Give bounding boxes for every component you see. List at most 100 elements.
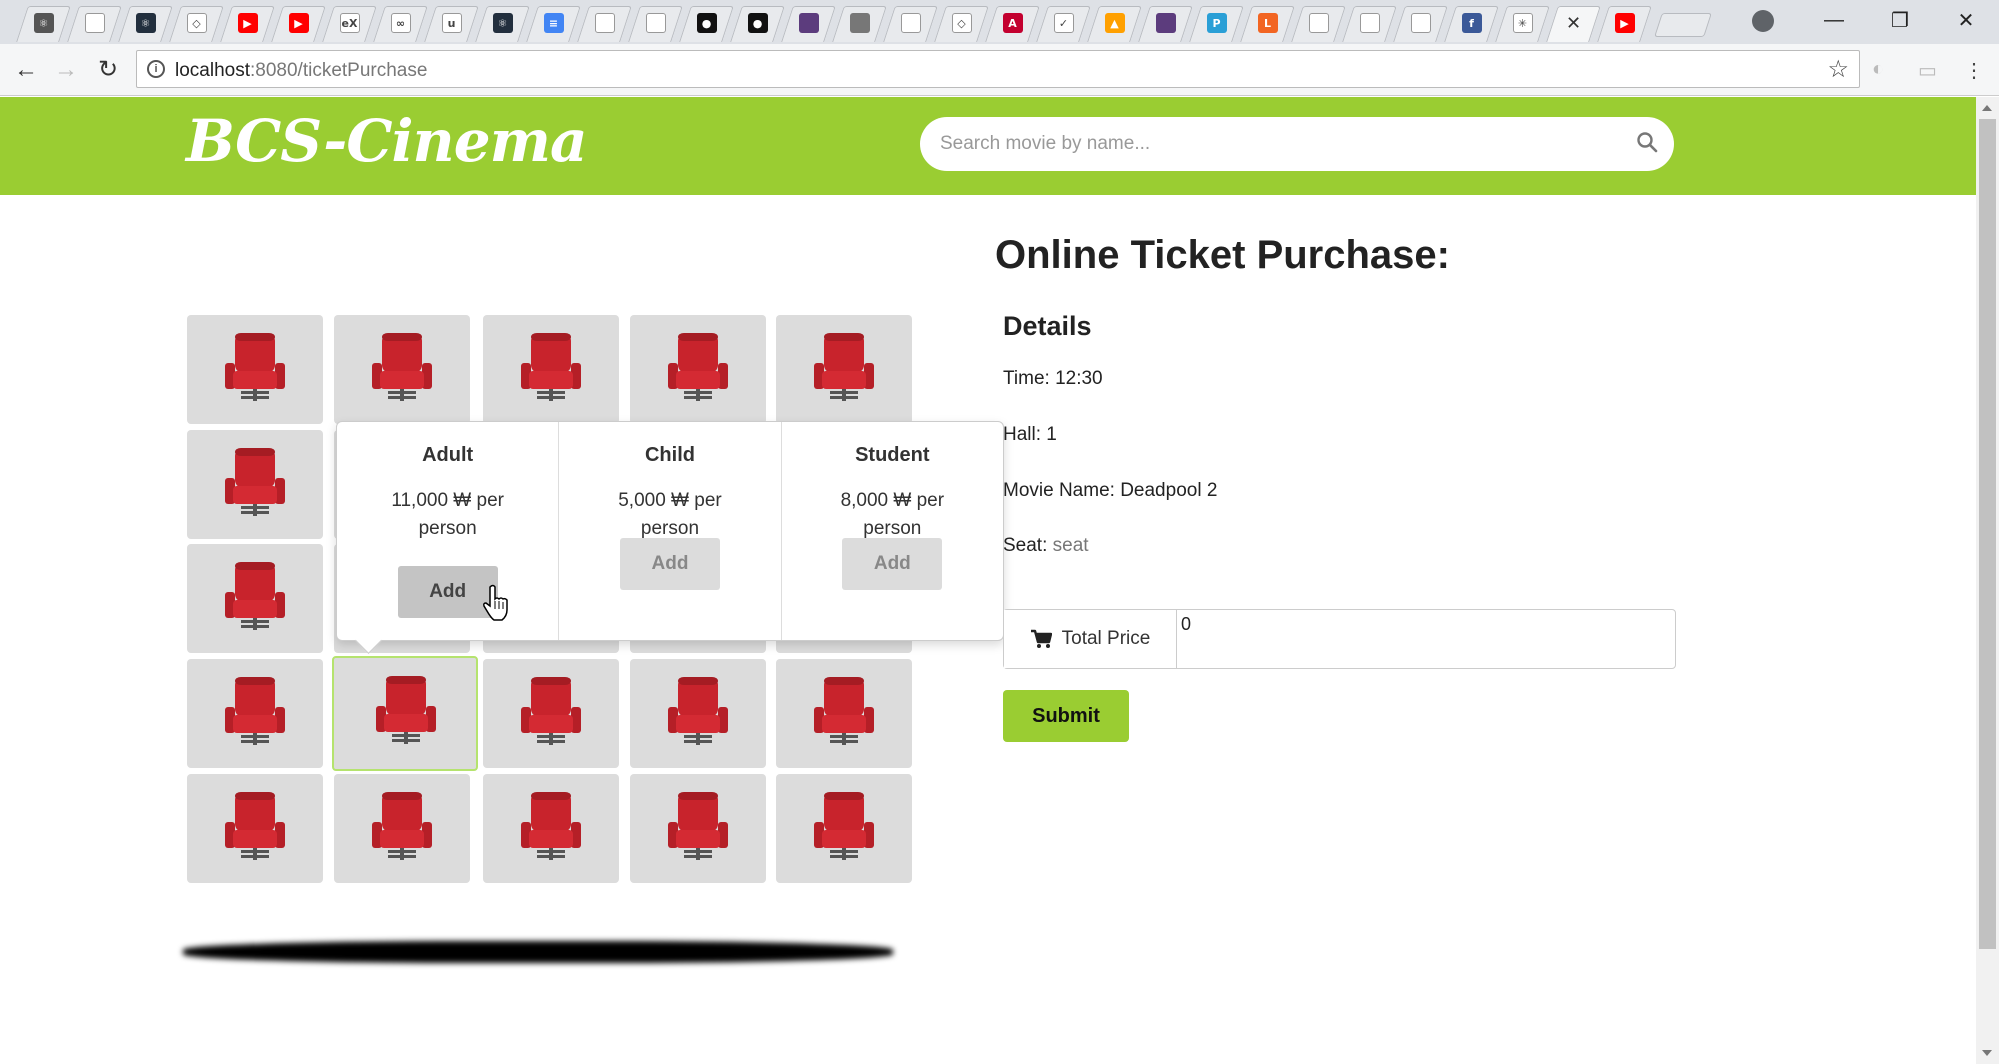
udemy-icon: u	[441, 13, 462, 33]
scroll-up-icon[interactable]	[1982, 105, 1992, 111]
reload-icon[interactable]: ↻	[94, 56, 122, 84]
total-price-group: Total Price 0	[1003, 609, 1676, 669]
site-logo[interactable]: BCS-Cinema	[186, 107, 588, 175]
seat[interactable]	[630, 315, 766, 424]
close-icon[interactable]: ✕	[1566, 13, 1581, 34]
seat[interactable]	[483, 774, 619, 883]
cart-icon	[1030, 629, 1052, 648]
seat[interactable]	[334, 774, 470, 883]
browser-tab[interactable]	[1140, 4, 1191, 42]
jquery-icon: ✓	[1053, 13, 1074, 33]
seat[interactable]	[776, 315, 912, 424]
seat[interactable]	[187, 659, 323, 768]
search-icon[interactable]	[1636, 131, 1658, 153]
browser-tab[interactable]	[1344, 4, 1395, 42]
browser-tab[interactable]	[579, 4, 630, 42]
total-price-label: Total Price	[1061, 628, 1151, 649]
browser-tab[interactable]: ◇	[936, 4, 987, 42]
browser-tab[interactable]: u	[426, 4, 477, 42]
details-heading: Details	[1003, 311, 1092, 341]
search-box	[920, 117, 1674, 171]
seat-icon	[521, 677, 581, 745]
ticket-type-name: Student	[855, 444, 930, 466]
seat-icon	[668, 333, 728, 401]
colorlib-icon	[798, 13, 819, 33]
scroll-down-icon[interactable]	[1982, 1050, 1992, 1056]
seat[interactable]	[630, 774, 766, 883]
seat[interactable]	[187, 430, 323, 539]
address-bar[interactable]: i localhost:8080/ticketPurchase ☆	[136, 50, 1860, 88]
browser-tab[interactable]	[69, 4, 120, 42]
seat-icon	[668, 677, 728, 745]
detail-movie: Movie Name: Deadpool 2	[1003, 480, 1217, 502]
browser-tab[interactable]: ∞	[375, 4, 426, 42]
new-tab-button[interactable]	[1654, 13, 1712, 37]
scrollbar-thumb[interactable]	[1979, 119, 1996, 949]
browser-tab[interactable]: ●	[732, 4, 783, 42]
browser-tab[interactable]: L	[1242, 4, 1293, 42]
tab-list: ⚛ ⚛ ◇ ▶ ▶ eX ∞ u ⚛ ≡ ● ● ◇ A ✓ ▲ P Lf ✳ ✕ ▶	[18, 4, 1712, 44]
seat[interactable]	[334, 315, 470, 424]
seat[interactable]	[483, 659, 619, 768]
bookmark-star-icon[interactable]: ☆	[1827, 55, 1849, 84]
browser-tab[interactable]: eX	[324, 4, 375, 42]
seat[interactable]	[776, 659, 912, 768]
hall-value: 1	[1046, 424, 1057, 445]
browser-tab[interactable]	[885, 4, 936, 42]
browser-tab[interactable]	[630, 4, 681, 42]
browser-tab[interactable]: ✕	[1548, 4, 1599, 42]
seat-value: seat	[1052, 535, 1089, 556]
add-child-button[interactable]: Add	[619, 538, 720, 590]
l-icon: L	[1257, 13, 1278, 33]
seat-icon	[225, 562, 285, 630]
browser-tab[interactable]: ✓	[1038, 4, 1089, 42]
browser-tab[interactable]: ●	[681, 4, 732, 42]
forward-icon[interactable]: →	[52, 56, 80, 84]
profile-icon[interactable]	[1752, 10, 1774, 32]
browser-tab[interactable]: ✳	[1497, 4, 1548, 42]
browser-tab[interactable]: ⚛	[477, 4, 528, 42]
submit-button[interactable]: Submit	[1003, 690, 1129, 742]
seat[interactable]	[187, 315, 323, 424]
browser-tab[interactable]	[783, 4, 834, 42]
seat[interactable]	[187, 774, 323, 883]
page-icon	[84, 13, 105, 33]
browser-tab[interactable]	[1395, 4, 1446, 42]
browser-tab[interactable]: ▶	[222, 4, 273, 42]
seat-icon	[814, 677, 874, 745]
browser-tab[interactable]: ▲	[1089, 4, 1140, 42]
browser-tab[interactable]: A	[987, 4, 1038, 42]
ticket-type-child: Child 5,000 ₩ per person Add	[558, 422, 780, 640]
browser-tab[interactable]	[1293, 4, 1344, 42]
browser-tab[interactable]: P	[1191, 4, 1242, 42]
minimize-icon[interactable]: —	[1801, 9, 1867, 32]
add-student-button[interactable]: Add	[842, 538, 943, 590]
browser-tab[interactable]: ◇	[171, 4, 222, 42]
seat-icon	[814, 333, 874, 401]
back-icon[interactable]: ←	[12, 56, 40, 84]
browser-tab[interactable]	[834, 4, 885, 42]
cast-icon[interactable]: ▭	[1918, 58, 1937, 83]
seat[interactable]	[483, 315, 619, 424]
browser-tab[interactable]: ⚛	[18, 4, 69, 42]
info-icon[interactable]: i	[147, 60, 165, 78]
search-input[interactable]	[940, 130, 1620, 158]
browser-tab[interactable]: f	[1446, 4, 1497, 42]
extension-icon[interactable]: ◐	[1872, 58, 1884, 81]
browser-tab[interactable]: ▶	[1599, 4, 1650, 42]
page-scrollbar[interactable]	[1976, 97, 1999, 1064]
detail-seat: Seat: seat	[1003, 535, 1089, 557]
window-controls: — ❐ ✕	[1801, 0, 1999, 40]
seat[interactable]	[630, 659, 766, 768]
url-text[interactable]: localhost:8080/ticketPurchase	[175, 60, 427, 82]
seat[interactable]	[187, 544, 323, 653]
seat-selected[interactable]	[332, 656, 478, 771]
ticket-type-name: Adult	[422, 444, 474, 466]
restore-icon[interactable]: ❐	[1867, 8, 1933, 33]
browser-tab[interactable]: ≡	[528, 4, 579, 42]
seat[interactable]	[776, 774, 912, 883]
browser-tab[interactable]: ⚛	[120, 4, 171, 42]
browser-tab[interactable]: ▶	[273, 4, 324, 42]
menu-icon[interactable]: ⋮	[1964, 58, 1984, 83]
close-window-icon[interactable]: ✕	[1933, 8, 1999, 33]
